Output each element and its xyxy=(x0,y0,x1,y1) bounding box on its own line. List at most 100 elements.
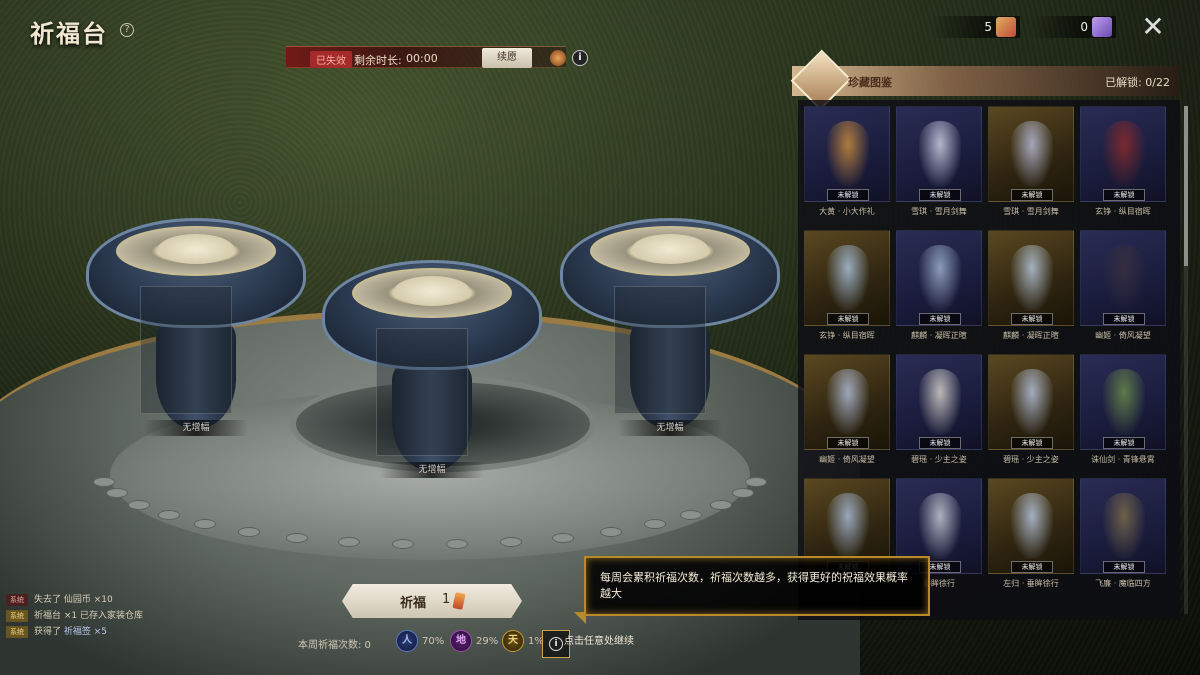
lotus-slot-center[interactable]: 无增幅 xyxy=(322,250,542,500)
collection-card[interactable]: 未解锁左归 · 垂眸徐行 xyxy=(988,478,1074,596)
locked-tag: 未解锁 xyxy=(827,437,869,449)
currency-purple-token: 0 xyxy=(1030,16,1116,38)
slot-frame xyxy=(140,286,232,414)
slot-label: 无增幅 xyxy=(618,420,722,436)
currency-amount: 0 xyxy=(1080,20,1088,34)
slot-label: 无增幅 xyxy=(380,462,484,478)
lotus-center xyxy=(158,234,234,264)
card-figure xyxy=(1103,245,1145,311)
collection-card[interactable]: 未解锁 飞廉 · 魔临四方 xyxy=(1080,478,1166,596)
weekly-pray-count: 本周祈福次数: 0 xyxy=(298,640,371,651)
collection-card[interactable]: 未解锁大黄 · 小大作礼 xyxy=(804,106,890,224)
collection-card[interactable]: 未解锁 诛仙剑 · 青锋悬霄 xyxy=(1080,354,1166,472)
collection-title: 珍藏图鉴 xyxy=(848,76,892,89)
altar-rim-stud xyxy=(237,526,260,537)
altar-rim-stud xyxy=(643,519,666,530)
altar-rim-stud xyxy=(337,536,360,547)
altar-rim-stud xyxy=(500,536,523,547)
card-figure xyxy=(1103,493,1145,559)
locked-tag: 未解锁 xyxy=(827,189,869,201)
pray-button[interactable]: 祈福 1 xyxy=(342,584,522,618)
card-figure xyxy=(919,121,961,187)
altar-rim-stud xyxy=(744,476,767,487)
unlocked-count: 已解锁: 0/22 xyxy=(1105,76,1170,89)
scrollbar-thumb[interactable] xyxy=(1184,106,1188,266)
card-figure xyxy=(1011,245,1053,311)
card-figure xyxy=(827,493,869,559)
collection-grid: 未解锁 大黄 · 小大作礼 未解锁 雪琪 · 雪月剑舞 未解锁 雪琪 · 雪月剑舞 未解锁玄… xyxy=(798,100,1180,620)
locked-tag: 未解锁 xyxy=(1011,313,1053,325)
card-thumbnail: 未解锁 xyxy=(896,354,982,450)
card-thumbnail: 未解锁 xyxy=(1080,354,1166,450)
card-figure xyxy=(1103,121,1145,187)
chat-line: 系统 获得了 祈福签 ×5 xyxy=(6,624,266,640)
card-thumbnail: 未解锁 xyxy=(988,354,1074,450)
card-thumbnail: 未解锁 xyxy=(1080,478,1166,574)
slot-frame xyxy=(376,328,468,456)
chat-tag: 系统 xyxy=(6,610,28,622)
tooltip-text: 每周会累积祈福次数，祈福次数越多，获得更好的祝福效果概率越大 xyxy=(600,571,908,600)
tier-human-pct: 70% xyxy=(422,636,445,647)
locked-tag: 未解锁 xyxy=(919,189,961,201)
collection-card[interactable]: 未解锁 雪琪 · 雪月剑舞 xyxy=(988,106,1074,224)
chat-highlight: 祈福签 ×5 xyxy=(63,627,108,637)
altar-rim-stud xyxy=(710,499,733,510)
collection-card[interactable]: 未解锁幽姬 · 倚风凝望 xyxy=(1080,230,1166,348)
card-name: 麒麟 · 凝晖正暄 xyxy=(911,331,967,340)
card-figure xyxy=(919,245,961,311)
card-thumbnail: 未解锁 xyxy=(1080,106,1166,202)
card-name: 左归 · 垂眸徐行 xyxy=(1003,579,1059,588)
card-name: 碧瑶 · 少主之姿 xyxy=(911,455,967,464)
altar-rim-stud xyxy=(446,538,469,549)
altar-rim-stud xyxy=(157,510,180,521)
collection-card[interactable]: 未解锁幽姬 · 倚风凝望 xyxy=(804,354,890,472)
card-name: 幽姬 · 倚风凝望 xyxy=(1095,331,1151,340)
card-name: 玄铮 · 纵目宿晖 xyxy=(819,331,875,340)
locked-tag: 未解锁 xyxy=(827,313,869,325)
tooltip-arrow xyxy=(574,612,586,624)
collection-card[interactable]: 未解锁 碧瑶 · 少主之姿 xyxy=(988,354,1074,472)
card-figure xyxy=(919,493,961,559)
close-button[interactable]: ✕ xyxy=(1140,13,1166,41)
card-figure xyxy=(1011,493,1053,559)
card-thumbnail: 未解锁 xyxy=(804,106,890,202)
locked-tag: 未解锁 xyxy=(1011,189,1053,201)
pray-cost-count: 1 xyxy=(442,592,451,607)
card-name: 幽姬 · 倚风凝望 xyxy=(819,455,875,464)
collection-card[interactable]: 未解锁碧瑶 · 少主之姿 xyxy=(896,354,982,472)
info-icon: i xyxy=(549,637,563,651)
altar-rim-stud xyxy=(391,538,414,549)
locked-tag: 未解锁 xyxy=(1011,561,1053,573)
locked-tag: 未解锁 xyxy=(1103,313,1145,325)
card-thumbnail: 未解锁 xyxy=(988,478,1074,574)
pray-label: 祈福 xyxy=(400,596,427,611)
info-tooltip: 每周会累积祈福次数，祈福次数越多，获得更好的祝福效果概率越大 xyxy=(584,556,930,616)
swirl-icon[interactable] xyxy=(550,50,566,66)
altar-rim-stud xyxy=(285,532,308,543)
card-figure xyxy=(1103,369,1145,435)
card-figure xyxy=(919,369,961,435)
help-icon[interactable]: ? xyxy=(120,23,134,37)
altar-rim-stud xyxy=(600,526,623,537)
blessing-slip-icon xyxy=(452,592,466,610)
collection-card[interactable]: 未解锁 玄铮 · 纵目宿晖 xyxy=(1080,106,1166,224)
currency-fu-token: 5 xyxy=(930,16,1020,38)
slot-frame xyxy=(614,286,706,414)
card-thumbnail: 未解锁 xyxy=(988,106,1074,202)
lotus-slot-right[interactable]: 无增幅 xyxy=(560,208,780,458)
collection-card[interactable]: 未解锁 麒麟 · 凝晖正暄 xyxy=(896,230,982,348)
collection-card[interactable]: 未解锁 麒麟 · 凝晖正暄 xyxy=(988,230,1074,348)
collection-card[interactable]: 未解锁 雪琪 · 雪月剑舞 xyxy=(896,106,982,224)
lotus-slot-left[interactable]: 无增幅 xyxy=(86,208,306,458)
altar-rim-stud xyxy=(93,476,116,487)
locked-tag: 未解锁 xyxy=(1103,437,1145,449)
locked-tag: 未解锁 xyxy=(1103,189,1145,201)
blessing-timer-bar: 已失效 剩余时长: 00:00 续愿 i xyxy=(286,40,588,74)
collection-card[interactable]: 未解锁玄铮 · 纵目宿晖 xyxy=(804,230,890,348)
card-name: 大黄 · 小大作礼 xyxy=(819,207,875,216)
renew-button[interactable]: 续愿 xyxy=(482,48,532,68)
purple-token-icon xyxy=(1092,17,1112,37)
timer-label: 剩余时长: xyxy=(354,54,402,67)
info-icon[interactable]: i xyxy=(572,50,588,66)
currency-amount: 5 xyxy=(984,20,992,34)
